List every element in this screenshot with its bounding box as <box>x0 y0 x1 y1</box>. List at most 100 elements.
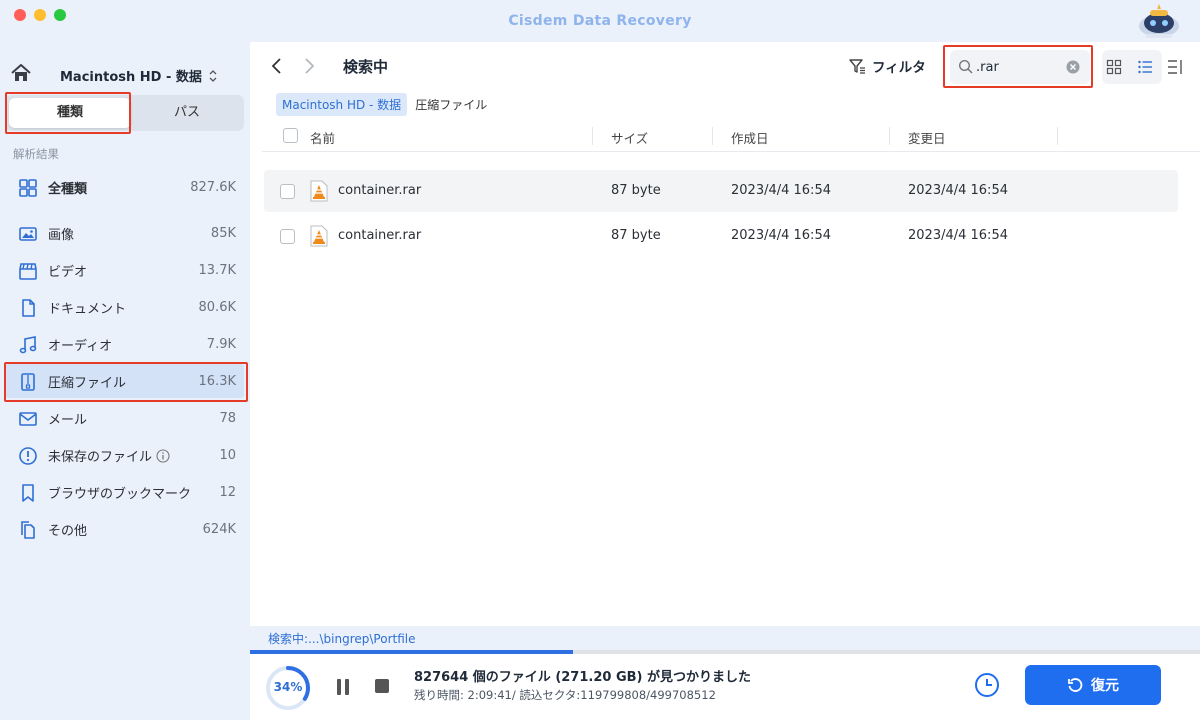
category-label: その他 <box>48 523 88 539</box>
info-icon[interactable] <box>156 448 170 463</box>
file-modified: 2023/4/4 16:54 <box>908 228 1008 243</box>
category-label: 全種類 <box>48 181 88 197</box>
search-icon <box>958 59 973 74</box>
files-found-text: 827644 個のファイル (271.20 GB) が見つかりました <box>414 670 752 685</box>
section-label-results: 解析結果 <box>13 147 59 161</box>
tab-path[interactable]: パス <box>133 98 241 128</box>
breadcrumb-folder[interactable]: 圧縮ファイル <box>415 96 487 113</box>
pause-icon[interactable] <box>336 678 350 696</box>
category-label: ドキュメント <box>48 301 127 317</box>
home-icon[interactable] <box>10 62 32 84</box>
file-size: 87 byte <box>611 183 661 198</box>
category-other[interactable]: その他 624K <box>5 512 244 546</box>
category-count: 12 <box>219 484 236 500</box>
filter-button[interactable]: フィルタ <box>848 56 926 76</box>
breadcrumb-drive[interactable]: Macintosh HD - 数据 <box>276 92 408 116</box>
forward-arrow-icon[interactable] <box>302 56 316 76</box>
table-header: 名前 サイズ 作成日 変更日 <box>262 120 1200 152</box>
clear-search-icon[interactable] <box>1066 60 1080 74</box>
grid-view-icon[interactable] <box>1106 59 1122 75</box>
row-checkbox[interactable] <box>280 229 295 244</box>
search-input[interactable] <box>976 57 1066 77</box>
column-divider <box>889 127 890 145</box>
tab-kind[interactable]: 種類 <box>9 98 131 128</box>
category-label: オーディオ <box>48 338 113 354</box>
bookmark-icon <box>22 484 34 502</box>
table-row[interactable]: container.rar 87 byte 2023/4/4 16:54 202… <box>264 170 1178 212</box>
clapperboard-icon <box>19 263 37 280</box>
filter-label: フィルタ <box>872 60 926 76</box>
category-label: メール <box>48 412 88 428</box>
category-count: 10 <box>219 447 236 463</box>
rar-file-icon <box>310 225 328 247</box>
file-modified: 2023/4/4 16:54 <box>908 183 1008 198</box>
image-icon <box>19 227 37 241</box>
category-label: 画像 <box>48 227 75 243</box>
sidebar: Macintosh HD - 数据 種類 パス 解析結果 全種類 827.6K <box>0 42 250 720</box>
category-label: ビデオ <box>48 264 88 280</box>
category-archives[interactable]: 圧縮ファイル 16.3K <box>5 364 244 398</box>
category-video[interactable]: ビデオ 13.7K <box>5 253 244 287</box>
preview-panel-icon[interactable] <box>1167 59 1183 75</box>
category-all[interactable]: 全種類 827.6K <box>5 170 244 204</box>
select-all-checkbox[interactable] <box>283 128 298 143</box>
files-icon <box>21 521 35 539</box>
zip-archive-icon <box>21 373 35 391</box>
category-label: 圧縮ファイル <box>48 375 127 391</box>
recover-label: 復元 <box>1091 678 1119 694</box>
category-count: 624K <box>202 521 236 537</box>
music-note-icon <box>19 336 37 354</box>
category-count: 80.6K <box>198 299 236 315</box>
toolbar: 検索中 フィルタ <box>250 42 1200 90</box>
table-row[interactable]: container.rar 87 byte 2023/4/4 16:54 202… <box>264 215 1178 257</box>
column-divider <box>712 127 713 145</box>
category-images[interactable]: 画像 85K <box>5 216 244 250</box>
column-header-modified[interactable]: 変更日 <box>908 128 946 147</box>
clock-history-icon[interactable] <box>974 672 1000 698</box>
view-switcher <box>1102 50 1162 84</box>
app-window: Cisdem Data Recovery Macintosh HD - 数据 種… <box>0 0 1200 720</box>
column-header-name[interactable]: 名前 <box>310 128 335 147</box>
column-header-created[interactable]: 作成日 <box>731 128 769 147</box>
time-remaining-text: 残り時間: 2:09:41/ 読込セクタ:119799808/499708512 <box>414 688 716 702</box>
category-count: 827.6K <box>190 179 236 195</box>
file-name: container.rar <box>338 228 422 243</box>
mail-icon <box>19 412 37 426</box>
category-mail[interactable]: メール 78 <box>5 401 244 435</box>
stop-icon[interactable] <box>374 678 390 694</box>
recover-button[interactable]: 復元 <box>1025 665 1161 705</box>
app-title: Cisdem Data Recovery <box>508 13 692 29</box>
category-label: 未保存のファイル <box>48 449 153 465</box>
category-label-unsaved: 未保存のファイル <box>48 446 170 465</box>
category-audio[interactable]: オーディオ 7.9K <box>5 327 244 361</box>
category-count: 78 <box>219 410 236 426</box>
row-checkbox[interactable] <box>280 184 295 199</box>
page-title: 検索中 <box>343 58 389 76</box>
drive-selector[interactable]: Macintosh HD - 数据 <box>60 66 218 85</box>
category-unsaved[interactable]: 未保存のファイル 10 <box>5 438 244 472</box>
scan-status-path: 検索中:...\bingrep\Portfile <box>250 626 1200 650</box>
category-documents[interactable]: ドキュメント 80.6K <box>5 290 244 324</box>
back-arrow-icon[interactable] <box>270 56 284 76</box>
column-header-size[interactable]: サイズ <box>611 128 648 147</box>
drive-name: Macintosh HD - 数据 <box>60 70 202 85</box>
breadcrumb: Macintosh HD - 数据 圧縮ファイル <box>276 92 487 116</box>
alert-circle-icon <box>19 447 37 465</box>
category-bookmarks[interactable]: ブラウザのブックマーク 12 <box>5 475 244 509</box>
category-count: 85K <box>210 225 236 241</box>
column-divider <box>1057 127 1058 145</box>
file-created: 2023/4/4 16:54 <box>731 228 831 243</box>
mascot-logo-icon[interactable] <box>1132 2 1186 40</box>
category-count: 13.7K <box>198 262 236 278</box>
rar-file-icon <box>310 180 328 202</box>
list-view-icon[interactable] <box>1137 59 1153 75</box>
progress-percent-label: 34% <box>273 680 303 694</box>
chevron-updown-icon <box>209 69 217 82</box>
file-size: 87 byte <box>611 228 661 243</box>
scan-path-text: 検索中:...\bingrep\Portfile <box>268 632 416 646</box>
category-count: 16.3K <box>198 373 236 389</box>
title-bar: Cisdem Data Recovery <box>0 0 1200 42</box>
view-mode-segmented: 種類 パス <box>5 95 244 131</box>
document-icon <box>22 299 35 317</box>
category-count: 7.9K <box>206 336 236 352</box>
